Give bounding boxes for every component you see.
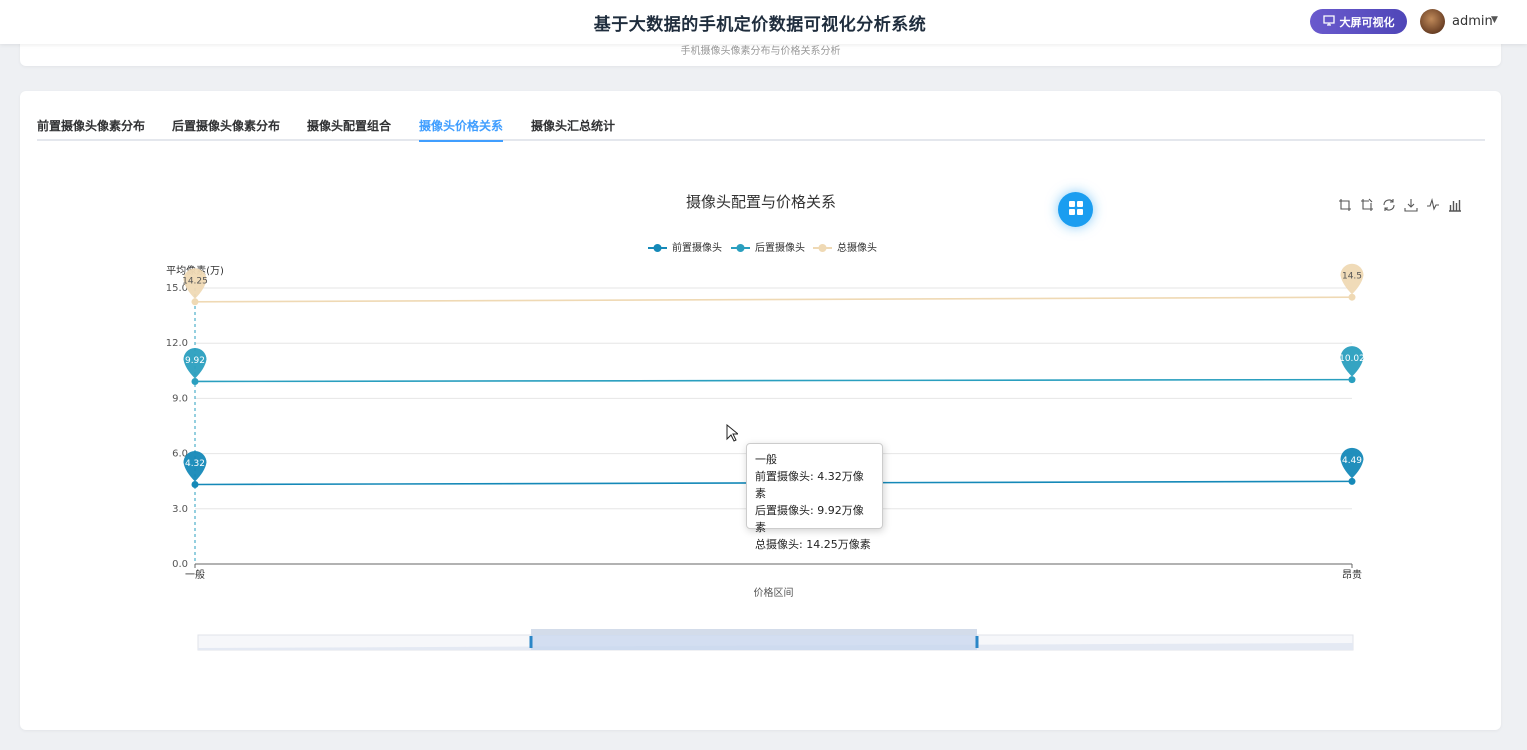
data-zoom-selection (531, 635, 977, 650)
y-tick-label: 0.0 (172, 559, 188, 570)
data-point (191, 377, 199, 385)
float-menu-button[interactable] (1058, 192, 1093, 227)
tooltip-line-total: 总摄像头: 14.25万像素 (755, 538, 871, 551)
line-chart-icon[interactable] (1424, 196, 1441, 213)
data-pin: 14.5 (1340, 263, 1364, 295)
app-title: 基于大数据的手机定价数据可视化分析系统 (593, 15, 927, 35)
data-label: 4.49 (1342, 456, 1362, 466)
series-line (194, 296, 1353, 303)
chart-tooltip: 一般 前置摄像头: 4.32万像素 后置摄像头: 9.92万像素 总摄像头: 1… (746, 443, 883, 551)
data-pin: 14.25 (182, 268, 208, 299)
x-tick-label: 昂贵 (1342, 568, 1362, 581)
download-icon[interactable] (1402, 196, 1419, 213)
y-tick-label: 9.0 (172, 393, 188, 404)
tooltip-line-front: 前置摄像头: 4.32万像素 (755, 470, 864, 500)
legend-item: 总摄像头 (813, 241, 877, 254)
grid-icon (1068, 200, 1083, 219)
bigscreen-button[interactable]: 大屏可视化 (1310, 9, 1407, 34)
legend-marker (818, 244, 827, 252)
avatar[interactable] (1420, 9, 1445, 34)
legend-marker (653, 244, 662, 252)
series-line (194, 378, 1353, 383)
tooltip-title: 一般 (755, 453, 777, 466)
legend-item: 后置摄像头 (731, 241, 805, 254)
legend-marker (736, 244, 745, 252)
legend-label: 后置摄像头 (755, 241, 805, 254)
legend-label: 总摄像头 (837, 241, 877, 254)
data-label: 4.32 (185, 459, 205, 469)
data-label: 14.5 (1342, 272, 1362, 282)
data-point (1348, 376, 1356, 384)
bigscreen-icon (1322, 14, 1335, 29)
chart-title: 摄像头配置与价格关系 (686, 193, 836, 211)
chart-toolbox (1336, 196, 1463, 213)
chart: 摄像头配置与价格关系前置摄像头 后置摄像头 总摄像头0.03.06.09.012.0… (166, 193, 1365, 651)
data-point (1348, 293, 1356, 301)
data-zoom-handle-right (975, 636, 979, 648)
caret-down-icon[interactable]: ▼ (1491, 15, 1498, 25)
data-pin: 4.49 (1340, 447, 1364, 479)
y-tick-label: 3.0 (172, 504, 188, 515)
mouse-cursor-icon (726, 423, 740, 446)
bar-chart-icon[interactable] (1446, 196, 1463, 213)
data-point (1348, 477, 1356, 485)
data-label: 10.02 (1339, 354, 1365, 364)
user-name[interactable]: admin (1452, 14, 1493, 29)
top-bar: 基于大数据的手机定价数据可视化分析系统 大屏可视化 admin ▼ (0, 0, 1527, 44)
data-zoom-handle-left (529, 636, 533, 648)
data-point (191, 298, 199, 306)
bigscreen-label: 大屏可视化 (1339, 15, 1395, 29)
tooltip-line-rear: 后置摄像头: 9.92万像素 (755, 504, 864, 534)
legend-label: 前置摄像头 (672, 241, 722, 254)
data-pin: 10.02 (1339, 346, 1365, 377)
data-label: 14.25 (182, 276, 208, 286)
zoom-reset-icon[interactable] (1358, 196, 1375, 213)
data-pin: 4.32 (183, 451, 207, 482)
data-zoom-slider (197, 629, 1354, 651)
data-zoom-move-bar (531, 629, 977, 635)
x-axis-label: 价格区间 (754, 586, 794, 599)
legend-item: 前置摄像头 (648, 241, 722, 254)
x-tick-label: 一般 (185, 568, 205, 581)
data-label: 9.92 (185, 356, 205, 366)
restore-icon[interactable] (1380, 196, 1397, 213)
data-pin: 9.92 (183, 347, 207, 379)
data-point (191, 481, 199, 489)
y-tick-label: 12.0 (166, 338, 188, 349)
zoom-icon[interactable] (1336, 196, 1353, 213)
